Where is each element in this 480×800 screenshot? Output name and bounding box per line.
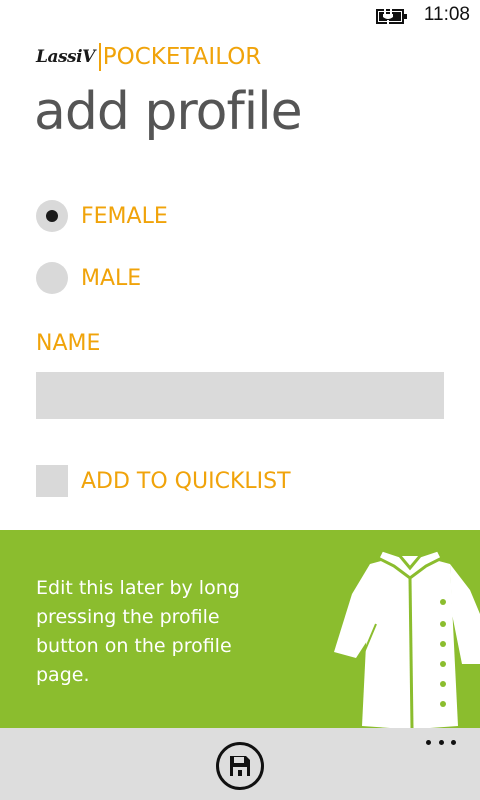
info-text: Edit this later by long pressing the pro…: [36, 577, 240, 686]
ellipsis-dot: [451, 739, 456, 745]
status-bar: 11:08: [0, 0, 480, 32]
radio-label-female: FEMALE: [81, 203, 168, 229]
more-ellipsis-icon[interactable]: [426, 736, 456, 748]
radio-female[interactable]: FEMALE: [36, 199, 168, 233]
quicklist-label: ADD TO QUICKLIST: [81, 468, 291, 494]
name-input[interactable]: [36, 372, 444, 419]
name-label: NAME: [36, 331, 101, 356]
save-icon: [230, 756, 250, 776]
radio-button-female[interactable]: [36, 200, 68, 232]
app-bar: [0, 728, 480, 800]
app-name: POCKETAILOR: [102, 44, 262, 70]
status-time: 11:08: [423, 4, 470, 25]
quicklist-checkbox-row[interactable]: ADD TO QUICKLIST: [36, 465, 291, 497]
ellipsis-dot: [426, 739, 431, 745]
radio-label-male: MALE: [81, 265, 142, 291]
battery-charging-icon: [376, 9, 407, 24]
screen: 11:08 LassiV POCKETAILOR add profile FEM…: [0, 0, 480, 800]
radio-male[interactable]: MALE: [36, 261, 141, 295]
brand-logo: LassiV: [36, 47, 95, 67]
app-title: LassiV POCKETAILOR: [36, 40, 261, 74]
info-panel: Edit this later by long pressing the pro…: [0, 530, 480, 728]
ellipsis-dot: [438, 739, 444, 745]
brand-divider: [98, 43, 101, 71]
save-button[interactable]: [216, 742, 264, 790]
shirt-icon: [334, 548, 480, 728]
page-title: add profile: [34, 82, 303, 142]
radio-button-male[interactable]: [36, 262, 68, 294]
quicklist-checkbox[interactable]: [36, 465, 68, 497]
